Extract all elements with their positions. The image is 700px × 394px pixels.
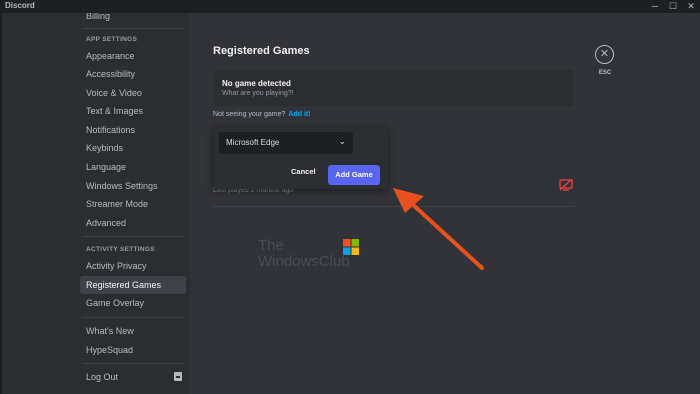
divider bbox=[82, 317, 184, 318]
sidebar-item-whats-new[interactable]: What's New bbox=[80, 322, 186, 340]
logout-label: Log Out bbox=[86, 372, 119, 382]
not-seeing-text: Not seeing your game? Add it! bbox=[213, 111, 311, 118]
sidebar-item-billing[interactable]: Billing bbox=[80, 13, 186, 25]
sidebar-item-keybinds[interactable]: Keybinds bbox=[80, 139, 186, 157]
minimize-icon[interactable]: ─ bbox=[646, 0, 664, 13]
no-game-card: No game detected What are you playing?! bbox=[213, 70, 574, 106]
selected-game: Microsoft Edge bbox=[226, 138, 280, 147]
app-title: Discord bbox=[5, 1, 35, 10]
cancel-button[interactable]: Cancel bbox=[291, 167, 316, 176]
no-game-subtitle: What are you playing?! bbox=[222, 90, 294, 97]
close-icon: ✕ bbox=[599, 48, 610, 60]
app-settings-header: APP SETTINGS bbox=[86, 36, 138, 43]
divider bbox=[82, 363, 184, 364]
sidebar-item-activity-privacy[interactable]: Activity Privacy bbox=[80, 257, 186, 275]
watermark-line2: WindowsClub bbox=[258, 253, 350, 270]
sidebar-item-streamer-mode[interactable]: Streamer Mode bbox=[80, 195, 186, 213]
sidebar-item-language[interactable]: Language bbox=[80, 158, 186, 176]
page-title: Registered Games bbox=[213, 45, 310, 57]
not-seeing-label: Not seeing your game? bbox=[213, 111, 286, 118]
sidebar-item-voice-video[interactable]: Voice & Video bbox=[80, 84, 186, 102]
add-game-popout: Microsoft Edge ⌄ Cancel Add Game bbox=[213, 126, 388, 189]
sidebar-item-windows-settings[interactable]: Windows Settings bbox=[80, 177, 186, 195]
maximize-icon[interactable]: ☐ bbox=[664, 0, 682, 13]
sidebar-item-text-images[interactable]: Text & Images bbox=[80, 102, 186, 120]
esc-label: ESC bbox=[598, 70, 612, 76]
watermark: The WindowsClub bbox=[258, 237, 362, 273]
logout-icon bbox=[174, 372, 182, 381]
windows-logo-icon bbox=[343, 239, 359, 255]
sidebar-item-notifications[interactable]: Notifications bbox=[80, 121, 186, 139]
sidebar-item-logout[interactable]: Log Out bbox=[80, 368, 186, 386]
overlay-disabled-icon[interactable] bbox=[559, 179, 573, 191]
divider bbox=[82, 28, 184, 29]
sidebar-item-advanced[interactable]: Advanced bbox=[80, 214, 186, 232]
divider bbox=[213, 206, 574, 207]
sidebar-item-appearance[interactable]: Appearance bbox=[80, 47, 186, 65]
title-bar: Discord ─ ☐ ✕ bbox=[0, 0, 700, 13]
game-select[interactable]: Microsoft Edge ⌄ bbox=[219, 132, 353, 154]
divider bbox=[82, 236, 184, 237]
activity-settings-header: ACTIVITY SETTINGS bbox=[86, 246, 155, 253]
settings-sidebar: Billing APP SETTINGS Appearance Accessib… bbox=[2, 13, 190, 394]
sidebar-item-registered-games[interactable]: Registered Games bbox=[80, 276, 186, 294]
add-game-button[interactable]: Add Game bbox=[328, 165, 380, 185]
sidebar-item-game-overlay[interactable]: Game Overlay bbox=[80, 294, 186, 312]
add-it-link[interactable]: Add it! bbox=[288, 111, 310, 118]
close-settings-button[interactable]: ✕ bbox=[595, 45, 614, 64]
watermark-line1: The bbox=[258, 237, 284, 254]
close-window-icon[interactable]: ✕ bbox=[682, 0, 700, 13]
no-game-title: No game detected bbox=[222, 79, 291, 88]
window-controls: ─ ☐ ✕ bbox=[646, 0, 700, 13]
sidebar-item-hypesquad[interactable]: HypeSquad bbox=[80, 341, 186, 359]
main-content: Registered Games No game detected What a… bbox=[190, 13, 700, 394]
chevron-down-icon: ⌄ bbox=[338, 136, 346, 146]
sidebar-item-accessibility[interactable]: Accessibility bbox=[80, 65, 186, 83]
